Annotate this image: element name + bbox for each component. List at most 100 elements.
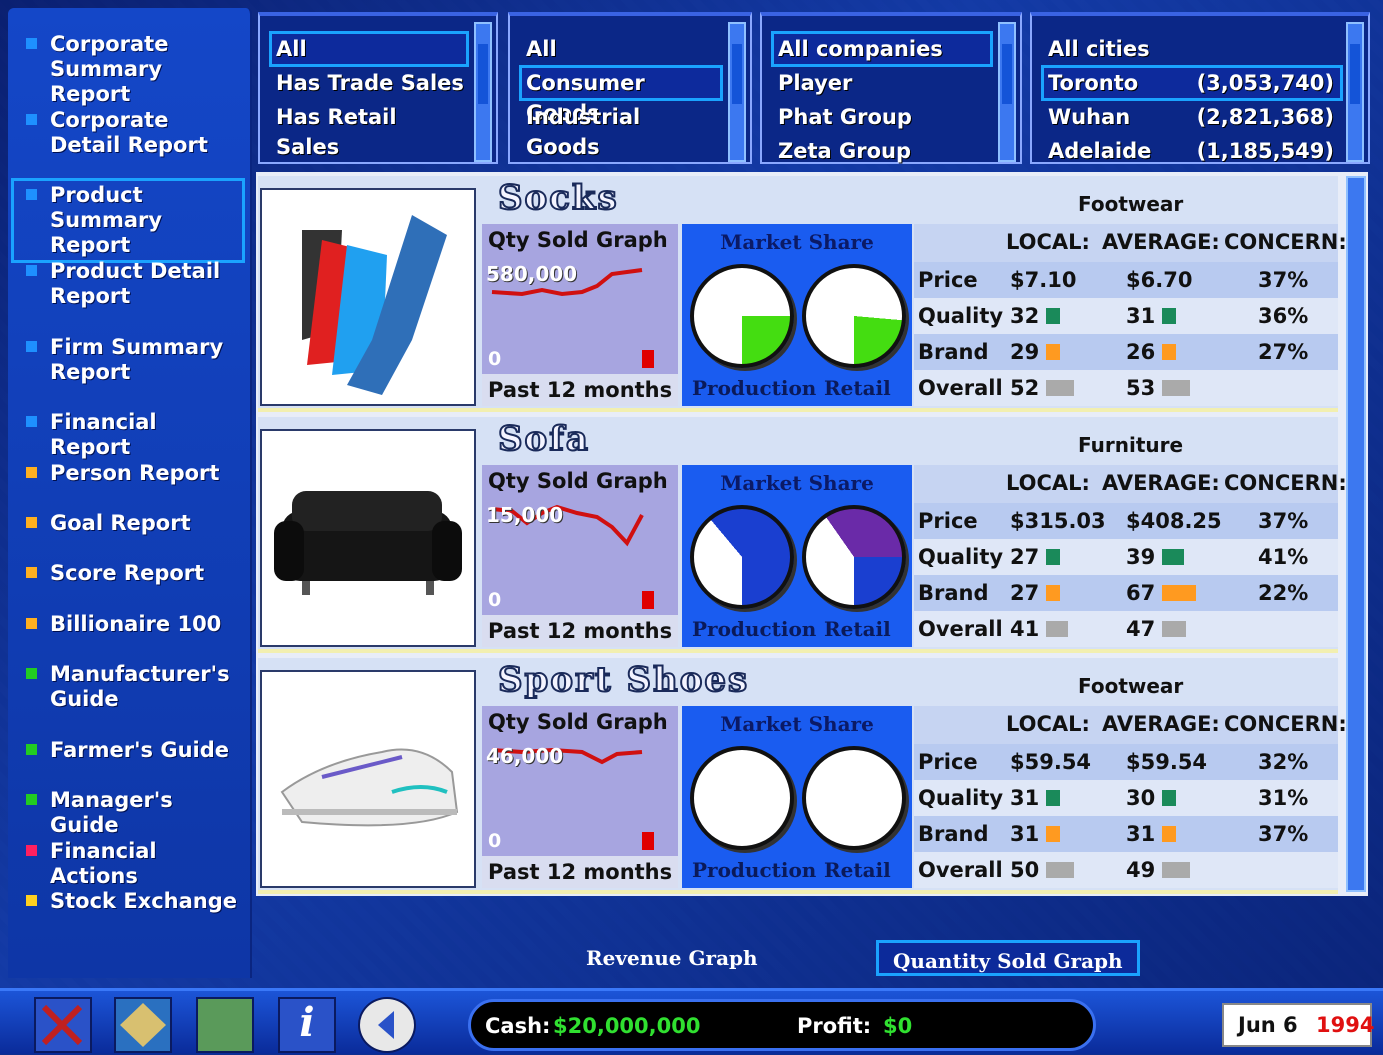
graph-zero: 0 (488, 830, 501, 852)
current-month-bar (642, 350, 654, 368)
goods-filter-all[interactable]: All (522, 34, 720, 64)
sofa-image (260, 429, 476, 647)
revenue-graph-tab[interactable]: Revenue Graph (572, 940, 772, 976)
retail-share-pie (802, 746, 906, 850)
nav-product-detail-report[interactable]: Product Detail Report (16, 259, 240, 309)
status-bar: Cash: $20,000,000 Profit: $0 (468, 999, 1096, 1051)
nav-corporate-detail-report[interactable]: Corporate Detail Report (16, 108, 240, 158)
sales-filter-list: All Has Trade Sales Has Retail Sales (258, 12, 498, 164)
sport-shoes-image (260, 670, 476, 888)
sales-filter-scrollbar[interactable] (474, 22, 492, 162)
nav-manufacturers-guide[interactable]: Manufacturer's Guide (16, 662, 240, 712)
product-stats-table: LOCAL:AVERAGE:CONCERN: Price$7.10$6.7037… (914, 224, 1338, 406)
market-share-panel: Market Share Production Retail (682, 465, 912, 647)
product-stats-table: LOCAL:AVERAGE:CONCERN: Price$59.54$59.54… (914, 706, 1338, 888)
retail-label: Retail (824, 617, 891, 641)
market-share-panel: Market Share Production Retail (682, 224, 912, 406)
production-label: Production (692, 617, 816, 641)
profit-value: $0 (883, 1014, 912, 1038)
product-category: Footwear (1078, 192, 1183, 216)
sales-filter-trade[interactable]: Has Trade Sales (272, 68, 466, 98)
nav-farmers-guide[interactable]: Farmer's Guide (16, 738, 240, 763)
company-filter-phat-group[interactable]: Phat Group (774, 102, 990, 132)
qty-sold-graph[interactable]: Qty Sold Graph 580,000 0 Past 12 months (482, 224, 678, 406)
product-list-scrollbar[interactable] (1346, 176, 1366, 892)
graph-max-value: 580,000 (486, 262, 577, 286)
graph-zero: 0 (488, 589, 501, 611)
production-share-pie (690, 264, 794, 368)
graph-footer: Past 12 months (482, 374, 678, 406)
city-map-icon[interactable] (114, 997, 172, 1053)
report-sidebar: Corporate Summary Report Corporate Detai… (8, 8, 252, 978)
product-summary-panel: Socks Footwear Qty Sold Graph 580,000 0 … (256, 172, 1368, 896)
graph-footer: Past 12 months (482, 615, 678, 647)
sales-filter-retail[interactable]: Has Retail Sales (272, 102, 466, 132)
retail-share-pie (802, 264, 906, 368)
city-filter-scrollbar[interactable] (1346, 22, 1364, 162)
nav-financial-report[interactable]: Financial Report (16, 410, 240, 460)
market-share-title: Market Share (682, 471, 912, 495)
company-filter-scrollbar[interactable] (998, 22, 1016, 162)
company-filter-list: All companies Player Phat Group Zeta Gro… (760, 12, 1022, 164)
nav-firm-summary-report[interactable]: Firm Summary Report (16, 335, 240, 385)
qty-sold-graph[interactable]: Qty Sold Graph 15,000 0 Past 12 months (482, 465, 678, 647)
graph-max-value: 46,000 (486, 744, 563, 768)
nav-product-summary-report[interactable]: Product Summary Report (16, 183, 240, 258)
graph-title: Qty Sold Graph (488, 710, 668, 734)
goods-filter-industrial[interactable]: Industrial Goods (522, 102, 720, 132)
city-filter-wuhan[interactable]: Wuhan(2,821,368) (1044, 102, 1340, 132)
goods-filter-list: All Consumer Goods Industrial Goods (508, 12, 752, 164)
nav-stock-exchange[interactable]: Stock Exchange (16, 889, 240, 914)
graph-title: Qty Sold Graph (488, 469, 668, 493)
nav-managers-guide[interactable]: Manager's Guide (16, 788, 240, 838)
market-share-title: Market Share (682, 712, 912, 736)
retail-share-pie (802, 505, 906, 609)
production-share-pie (690, 746, 794, 850)
product-card-socks[interactable]: Socks Footwear Qty Sold Graph 580,000 0 … (258, 176, 1338, 412)
product-stats-table: LOCAL:AVERAGE:CONCERN: Price$315.03$408.… (914, 465, 1338, 647)
company-filter-zeta-group[interactable]: Zeta Group (774, 136, 990, 166)
product-category: Furniture (1078, 433, 1183, 457)
city-filter-toronto[interactable]: Toronto(3,053,740) (1044, 68, 1340, 98)
world-map-icon[interactable] (196, 997, 254, 1053)
city-filter-all[interactable]: All cities (1044, 34, 1340, 64)
goods-filter-consumer[interactable]: Consumer Goods (522, 68, 720, 98)
nav-person-report[interactable]: Person Report (16, 461, 240, 486)
qty-sold-graph[interactable]: Qty Sold Graph 46,000 0 Past 12 months (482, 706, 678, 888)
socks-image (260, 188, 476, 406)
market-share-title: Market Share (682, 230, 912, 254)
cash-value: $20,000,000 (553, 1014, 700, 1038)
nav-goal-report[interactable]: Goal Report (16, 511, 240, 536)
current-month-bar (642, 832, 654, 850)
current-month-bar (642, 591, 654, 609)
date-display: Jun 6 1994 (1222, 1003, 1372, 1047)
company-filter-all[interactable]: All companies (774, 34, 990, 64)
product-category: Footwear (1078, 674, 1183, 698)
city-filter-adelaide[interactable]: Adelaide(1,185,549) (1044, 136, 1340, 166)
quantity-sold-graph-tab[interactable]: Quantity Sold Graph (876, 940, 1140, 976)
nav-financial-actions[interactable]: Financial Actions (16, 839, 240, 889)
product-name: Sofa (498, 419, 590, 459)
nav-corporate-summary-report[interactable]: Corporate Summary Report (16, 32, 240, 107)
info-icon[interactable]: i (278, 997, 336, 1053)
retail-label: Retail (824, 858, 891, 882)
sales-filter-all[interactable]: All (272, 34, 466, 64)
retail-label: Retail (824, 376, 891, 400)
company-filter-player[interactable]: Player (774, 68, 990, 98)
product-card-sofa[interactable]: Sofa Furniture Qty Sold Graph 15,000 0 P… (258, 417, 1338, 653)
production-label: Production (692, 858, 816, 882)
graph-title: Qty Sold Graph (488, 228, 668, 252)
graph-max-value: 15,000 (486, 503, 563, 527)
production-share-pie (690, 505, 794, 609)
build-tools-icon[interactable] (34, 997, 92, 1053)
production-label: Production (692, 376, 816, 400)
graph-footer: Past 12 months (482, 856, 678, 888)
city-filter-list: All cities Toronto(3,053,740) Wuhan(2,82… (1030, 12, 1370, 164)
nav-score-report[interactable]: Score Report (16, 561, 240, 586)
nav-billionaire-100[interactable]: Billionaire 100 (16, 612, 240, 637)
product-name: Socks (498, 178, 619, 218)
goods-filter-scrollbar[interactable] (728, 22, 746, 162)
back-arrow-icon[interactable] (358, 997, 416, 1053)
product-card-sport-shoes[interactable]: Sport Shoes Footwear Qty Sold Graph 46,0… (258, 658, 1338, 894)
graph-zero: 0 (488, 348, 501, 370)
